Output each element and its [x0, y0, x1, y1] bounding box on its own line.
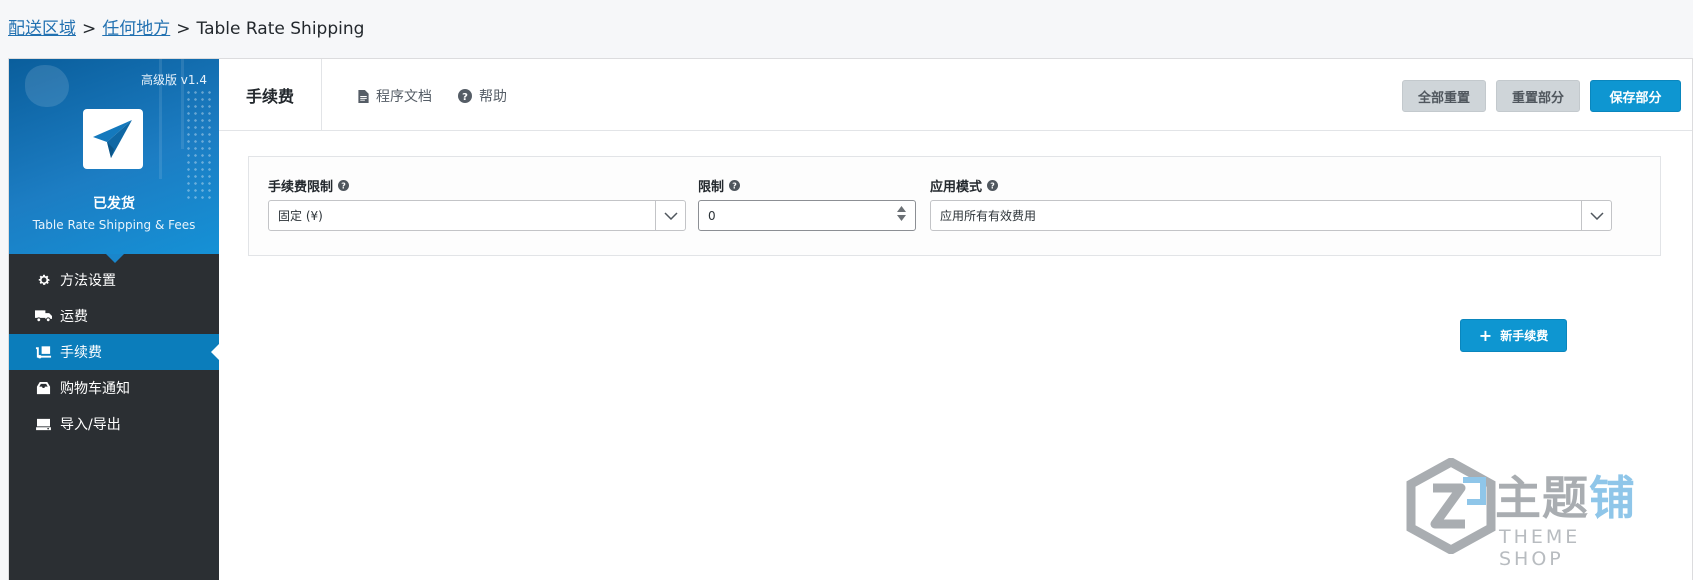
- question-circle-icon: ?: [458, 89, 472, 103]
- hdd-icon: [35, 416, 52, 433]
- watermark-char: 主: [1495, 471, 1542, 525]
- apply-mode-label-text: 应用模式: [930, 180, 983, 195]
- decorative-blob: [25, 65, 69, 107]
- limit-label-text: 限制: [698, 180, 725, 195]
- watermark: 主题铺 THEME SHOP: [1405, 458, 1645, 570]
- question-circle-icon[interactable]: ?: [338, 180, 350, 191]
- watermark-english-text: THEME SHOP: [1499, 526, 1581, 570]
- watermark-chinese-text: 主题铺: [1495, 462, 1636, 528]
- apply-mode-value: 应用所有有效费用: [940, 209, 1037, 223]
- fee-settings-panel: 手续费限制 ? 固定 (¥) 限制 ? 0 应用模式 ? 应用所有有效费用: [248, 156, 1661, 256]
- chevron-down-icon: [655, 201, 685, 230]
- svg-text:?: ?: [732, 182, 737, 191]
- gear-icon: [35, 272, 52, 289]
- svg-text:?: ?: [341, 182, 346, 191]
- watermark-char: 题: [1542, 471, 1589, 525]
- limit-type-select[interactable]: 固定 (¥): [268, 200, 686, 231]
- sidebar-item-label: 运费: [60, 309, 88, 325]
- brand-name: 已发货: [93, 196, 135, 212]
- add-fee-button[interactable]: + 新手续费: [1460, 319, 1567, 352]
- limit-value: 0: [708, 208, 716, 223]
- version-label: 高级版 v1.4: [140, 73, 207, 87]
- question-circle-icon[interactable]: ?: [729, 180, 741, 191]
- brand-subtitle: Table Rate Shipping & Fees: [32, 218, 196, 232]
- dolly-icon: [35, 344, 52, 361]
- sidebar-item-import-export[interactable]: 导入/导出: [9, 406, 219, 442]
- breadcrumb-current: Table Rate Shipping: [196, 19, 365, 39]
- help-link[interactable]: ? 帮助: [458, 86, 507, 106]
- plugin-logo: [83, 109, 143, 169]
- add-fee-label: 新手续费: [1500, 329, 1549, 343]
- decorative-dots: [185, 89, 213, 199]
- paper-plane-icon: [93, 120, 132, 158]
- chevron-down-icon: [1581, 201, 1611, 230]
- reset-all-button[interactable]: 全部重置: [1402, 80, 1486, 112]
- docs-link[interactable]: 程序文档: [358, 86, 432, 106]
- svg-text:?: ?: [462, 92, 468, 103]
- section-toolbar: 手续费 程序文档 ? 帮助 全部重置 重置部分 保存部分: [219, 59, 1692, 131]
- theme-shop-logo-icon: [1406, 458, 1496, 554]
- file-icon: [358, 89, 369, 103]
- inbox-icon: [35, 380, 52, 397]
- number-spinner[interactable]: [897, 206, 906, 221]
- sidebar-item-label: 方法设置: [60, 273, 116, 289]
- spinner-down-icon[interactable]: [897, 215, 906, 221]
- breadcrumb: 配送区域 > 任何地方 > Table Rate Shipping: [8, 14, 364, 39]
- sidebar-nav: 方法设置 运费 手续费 购物车通知 导入/导出: [9, 262, 219, 442]
- sidebar-item-cart-notices[interactable]: 购物车通知: [9, 370, 219, 406]
- limit-type-label-text: 手续费限制: [268, 180, 334, 195]
- sidebar-item-shipping-rates[interactable]: 运费: [9, 298, 219, 334]
- sidebar-item-label: 手续费: [60, 345, 102, 361]
- spinner-up-icon[interactable]: [897, 206, 906, 212]
- limit-number-input[interactable]: 0: [698, 200, 916, 231]
- save-section-button[interactable]: 保存部分: [1590, 80, 1681, 112]
- apply-mode-label: 应用模式 ?: [930, 176, 999, 195]
- sidebar-item-method-settings[interactable]: 方法设置: [9, 262, 219, 298]
- breadcrumb-separator: >: [82, 19, 97, 39]
- svg-text:?: ?: [990, 182, 995, 191]
- docs-link-label: 程序文档: [376, 89, 432, 105]
- question-circle-icon[interactable]: ?: [987, 180, 999, 191]
- watermark-char: 铺: [1589, 471, 1636, 525]
- limit-type-value: 固定 (¥): [278, 209, 323, 223]
- plus-icon: +: [1478, 326, 1493, 345]
- breadcrumb-link-anywhere[interactable]: 任何地方: [102, 19, 170, 39]
- apply-mode-select[interactable]: 应用所有有效费用: [930, 200, 1612, 231]
- sidebar-header: 高级版 v1.4 已发货 Table Rate Shipping & Fees: [9, 59, 219, 254]
- sidebar-item-label: 购物车通知: [60, 381, 130, 397]
- limit-type-label: 手续费限制 ?: [268, 176, 350, 195]
- sidebar-item-label: 导入/导出: [60, 417, 121, 433]
- sidebar: 高级版 v1.4 已发货 Table Rate Shipping & Fees …: [9, 59, 219, 580]
- help-link-label: 帮助: [479, 89, 507, 105]
- limit-label: 限制 ?: [698, 176, 741, 195]
- breadcrumb-link-shipping-zones[interactable]: 配送区域: [8, 19, 76, 39]
- truck-icon: [35, 308, 52, 325]
- reset-section-button[interactable]: 重置部分: [1496, 80, 1580, 112]
- sidebar-item-handling-fees[interactable]: 手续费: [9, 334, 219, 370]
- section-title: 手续费: [219, 59, 322, 131]
- breadcrumb-separator: >: [176, 19, 191, 39]
